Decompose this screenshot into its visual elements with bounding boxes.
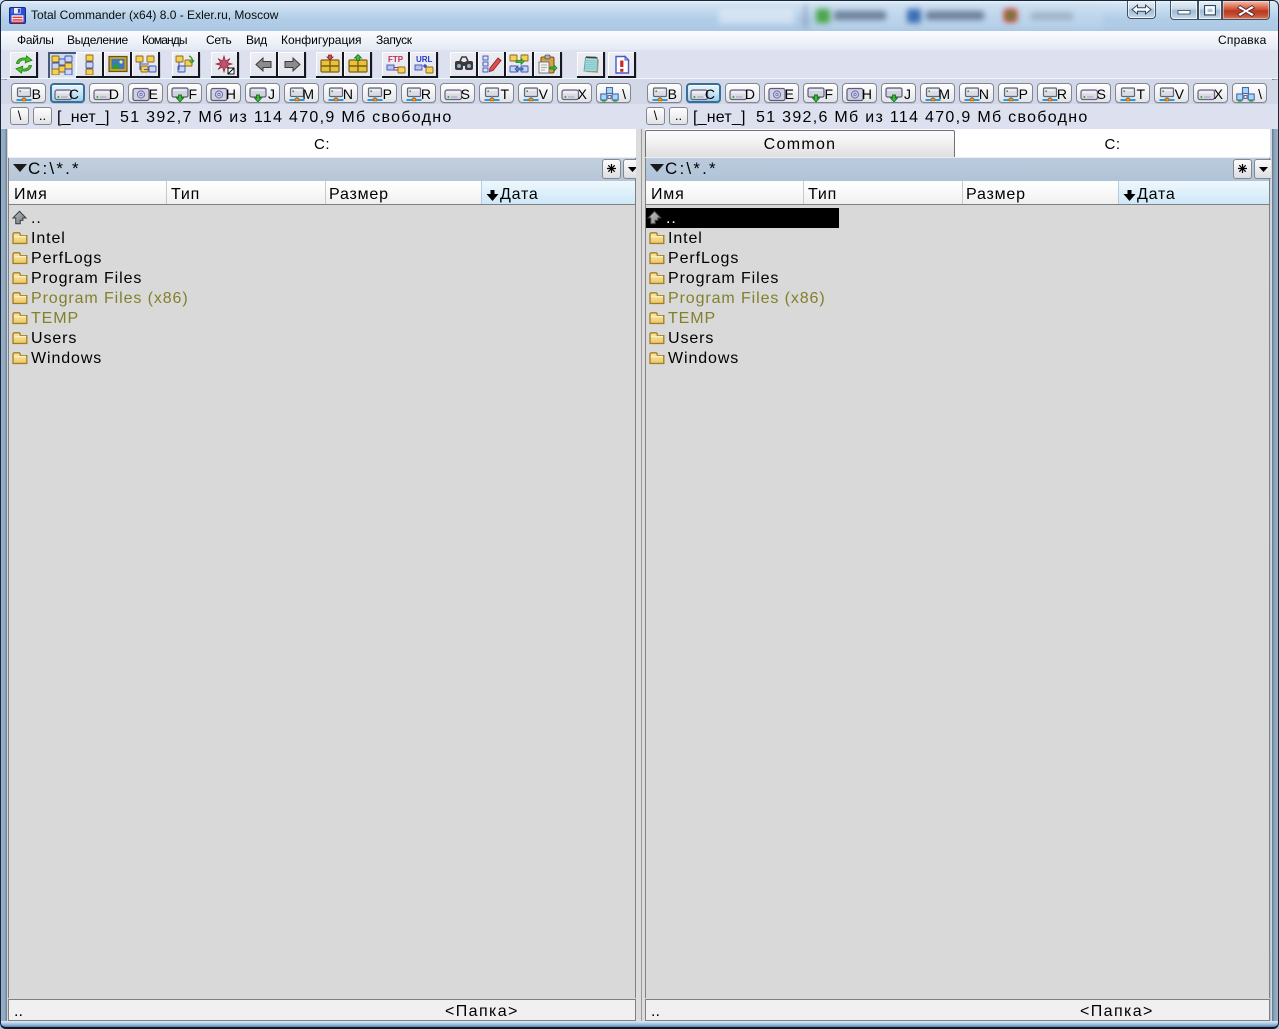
svg-text:URL: URL: [416, 55, 433, 64]
svg-text:FTP: FTP: [388, 55, 404, 64]
